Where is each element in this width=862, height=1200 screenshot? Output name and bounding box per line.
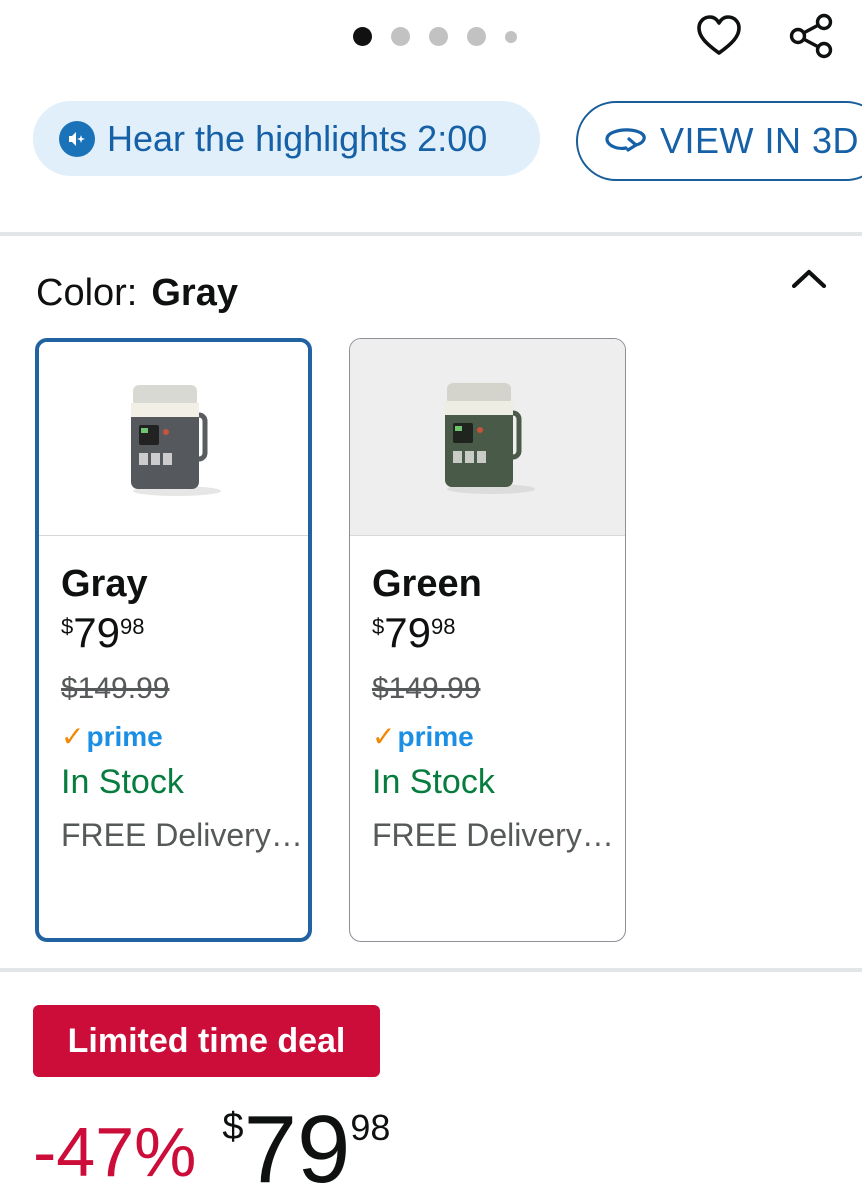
prime-check-icon: ✓ [372, 721, 396, 752]
option-name: Gray [61, 563, 148, 605]
prime-badge: ✓ prime [61, 720, 308, 753]
option-price: $ 79 98 [372, 612, 625, 654]
color-label: Color: [36, 272, 138, 314]
section-divider [0, 968, 862, 972]
price-currency: $ [222, 1106, 244, 1148]
carousel-dot-5[interactable] [505, 30, 517, 43]
delivery-info: FREE Delivery… [372, 817, 614, 853]
list-price: $149.99 [61, 672, 170, 705]
option-name: Green [372, 563, 482, 605]
delivery-info: FREE Delivery… [61, 817, 303, 853]
rotate-3d-icon [602, 124, 650, 159]
chevron-up-icon[interactable] [790, 264, 828, 292]
price-fraction: 98 [119, 614, 145, 639]
product-image-green [350, 339, 625, 536]
carousel-dot-1[interactable] [353, 27, 372, 46]
hear-highlights-label: Hear the highlights 2:00 [107, 117, 488, 159]
price-whole: 79 [73, 609, 120, 656]
view-in-3d-button[interactable]: VIEW IN 3D [576, 101, 862, 181]
price-currency: $ [372, 614, 385, 639]
list-price: $149.99 [372, 672, 481, 705]
carousel-dot-2[interactable] [391, 27, 410, 46]
limited-time-deal-badge: Limited time deal [33, 1005, 380, 1077]
deal-price-row: -47% $ 79 98 [33, 1102, 390, 1198]
price-fraction: 98 [430, 614, 456, 639]
option-price: $ 79 98 [61, 612, 308, 654]
selected-color-value: Gray [151, 272, 238, 314]
share-icon[interactable] [788, 12, 836, 60]
prime-label: prime [397, 720, 474, 752]
price-whole: 79 [384, 609, 431, 656]
image-carousel-dots[interactable] [353, 27, 517, 46]
deal-price: $ 79 98 [222, 1102, 390, 1198]
prime-badge: ✓ prime [372, 720, 625, 753]
carousel-dot-3[interactable] [429, 27, 448, 46]
color-selector-heading: Color: Gray [36, 272, 238, 315]
discount-percent: -47% [33, 1113, 197, 1191]
stock-status: In Stock [372, 763, 495, 801]
color-option-gray[interactable]: Gray $ 79 98 $149.99 ✓ prime In Stock FR… [35, 338, 312, 942]
section-divider [0, 232, 862, 236]
hear-highlights-button[interactable]: Hear the highlights 2:00 [33, 101, 540, 176]
heart-icon[interactable] [695, 12, 743, 60]
color-option-green[interactable]: Green $ 79 98 $149.99 ✓ prime In Stock F… [349, 338, 626, 942]
audio-highlights-icon [59, 120, 95, 157]
price-fraction: 98 [350, 1107, 391, 1148]
stock-status: In Stock [61, 763, 184, 801]
prime-check-icon: ✓ [61, 721, 85, 752]
prime-label: prime [86, 720, 163, 752]
price-currency: $ [61, 614, 74, 639]
carousel-dot-4[interactable] [467, 27, 486, 46]
view-in-3d-label: VIEW IN 3D [660, 120, 860, 161]
product-image-gray [39, 342, 308, 536]
price-whole: 79 [243, 1096, 351, 1200]
